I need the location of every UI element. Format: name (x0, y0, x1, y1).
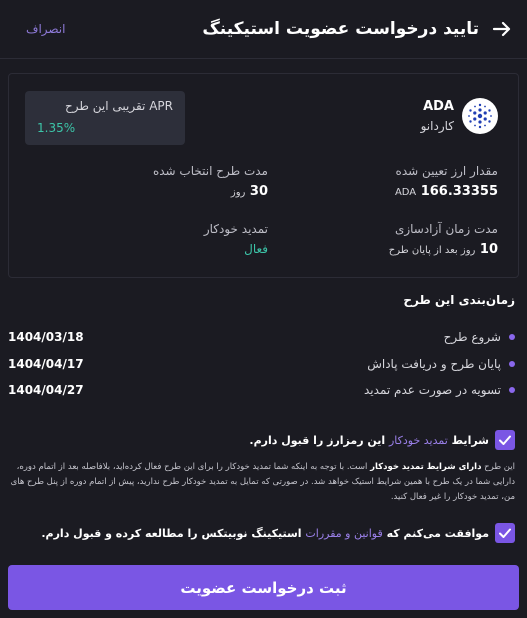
back-arrow-icon[interactable] (489, 16, 515, 42)
amount-unit: ADA (394, 187, 417, 198)
terms-prefix: شرایط (451, 433, 489, 447)
header-divider (0, 58, 527, 59)
auto-renew-value: فعال (244, 242, 268, 256)
apr-label: APR تقریبی این طرح (65, 99, 173, 113)
checkmark-icon (499, 435, 511, 445)
note-bold: دارای شرایط تمدید خودکار (370, 462, 482, 472)
apr-box: APR تقریبی این طرح 1.35% (25, 91, 185, 145)
agree-prefix: موافقت می‌کنم که (386, 526, 489, 540)
duration-value: 30 روز (153, 184, 268, 199)
coin-info: ADA کاردانو (421, 98, 498, 134)
apr-value: 1.35% (37, 121, 76, 135)
coin-symbol: ADA (423, 99, 454, 114)
submit-button[interactable]: ثبت درخواست عضویت (8, 565, 519, 610)
agree-suffix: استیکینگ نوبیتکس را مطالعه کرده و قبول د… (41, 526, 302, 540)
release-field: مدت زمان آزادسازی 10 روز بعد از پایان طر… (389, 222, 498, 257)
schedule-label-group: پایان طرح و دریافت پاداش (367, 357, 515, 371)
coin-text: ADA کاردانو (421, 99, 454, 133)
amount-value: 166.33355 ADA (395, 184, 498, 199)
header: تایید درخواست عضویت استیکینگ انصراف (0, 0, 527, 58)
plan-card: ADA کاردانو APR تقریبی این طرح 1.35% مقد… (8, 73, 519, 278)
schedule-row: پایان طرح و دریافت پاداش 1404/04/17 (8, 354, 515, 374)
auto-renew-note: این طرح دارای شرایط تمدید خودکار است. با… (10, 460, 515, 505)
page-title: تایید درخواست عضویت استیکینگ (202, 19, 479, 39)
cardano-logo-icon (462, 98, 498, 134)
schedule-label: شروع طرح (443, 330, 501, 344)
amount-label: مقدار ارز تعیین شده (395, 164, 498, 178)
bullet-dot-icon (509, 334, 515, 340)
release-number: 10 (479, 242, 498, 257)
duration-number: 30 (249, 184, 268, 199)
duration-field: مدت طرح انتخاب شده 30 روز (153, 164, 268, 199)
schedule-date: 1404/04/17 (8, 357, 84, 371)
amount-field: مقدار ارز تعیین شده 166.33355 ADA (395, 164, 498, 199)
schedule-row: شروع طرح 1404/03/18 (8, 327, 515, 347)
auto-renew-field: تمدید خودکار فعال (204, 222, 268, 256)
schedule-row: تسویه در صورت عدم تمدید 1404/04/27 (8, 380, 515, 400)
schedule-label: پایان طرح و دریافت پاداش (367, 357, 501, 371)
schedule-label-group: شروع طرح (444, 330, 515, 344)
cancel-link[interactable]: انصراف (26, 22, 65, 36)
schedule-label: تسویه در صورت عدم تمدید (364, 383, 501, 397)
auto-renew-link[interactable]: تمدید خودکار (389, 434, 448, 447)
duration-label: مدت طرح انتخاب شده (152, 164, 268, 178)
release-value: 10 روز بعد از پایان طرح (389, 242, 498, 257)
auto-renew-terms-text: شرایط تمدید خودکار این رمزارز را قبول دا… (249, 434, 489, 447)
release-label: مدت زمان آزادسازی (394, 222, 498, 236)
auto-renew-terms-checkbox[interactable] (495, 430, 515, 450)
release-suffix: روز بعد از پایان طرح (388, 245, 476, 256)
bullet-dot-icon (509, 387, 515, 393)
duration-unit: روز (230, 187, 246, 198)
terms-suffix: این رمزارز را قبول دارم. (249, 433, 386, 447)
checkmark-icon (499, 528, 511, 538)
auto-renew-label: تمدید خودکار (203, 222, 268, 236)
schedule-date: 1404/03/18 (8, 330, 84, 344)
note-part-1: این طرح (484, 462, 515, 472)
schedule-date: 1404/04/27 (8, 383, 84, 397)
coin-name: کاردانو (420, 119, 454, 133)
rules-agree-row: موافقت می‌کنم که قوانین و مقررات استیکین… (41, 523, 515, 543)
rules-link[interactable]: قوانین و مقررات (305, 527, 382, 540)
amount-number: 166.33355 (420, 184, 498, 199)
schedule-title: زمان‌بندی این طرح (403, 293, 515, 307)
header-title-group: تایید درخواست عضویت استیکینگ (202, 16, 515, 42)
schedule-label-group: تسویه در صورت عدم تمدید (364, 383, 515, 397)
rules-agree-text: موافقت می‌کنم که قوانین و مقررات استیکین… (41, 527, 489, 540)
rules-agree-checkbox[interactable] (495, 523, 515, 543)
auto-renew-terms-row: شرایط تمدید خودکار این رمزارز را قبول دا… (249, 430, 515, 450)
bullet-dot-icon (509, 361, 515, 367)
